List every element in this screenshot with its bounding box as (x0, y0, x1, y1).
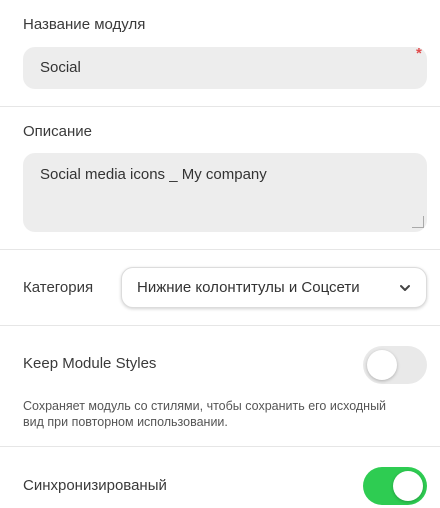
synchronized-label: Синхронизированый (23, 477, 167, 494)
module-name-label: Название модуля (23, 16, 146, 33)
description-textarea[interactable]: Social media icons _ My company (23, 153, 427, 232)
toggle-knob (367, 350, 397, 380)
keep-styles-label: Keep Module Styles (23, 355, 157, 372)
toggle-knob (393, 471, 423, 501)
synchronized-toggle[interactable] (363, 467, 427, 505)
category-label: Категория (23, 279, 94, 296)
chevron-down-icon (400, 285, 410, 291)
resize-handle-icon[interactable] (412, 216, 424, 228)
keep-styles-toggle[interactable] (363, 346, 427, 384)
divider (0, 249, 440, 250)
divider (0, 325, 440, 326)
category-select[interactable]: Нижние колонтитулы и Соцсети (121, 267, 427, 308)
description-label: Описание (23, 123, 93, 140)
keep-styles-help-text: Сохраняет модуль со стилями, чтобы сохра… (23, 399, 387, 429)
module-settings-panel: Название модуля Social * Описание Social… (0, 0, 440, 508)
module-name-input[interactable]: Social (23, 47, 427, 89)
divider (0, 446, 440, 447)
required-marker: * (416, 45, 422, 62)
divider (0, 106, 440, 107)
category-selected-value: Нижние колонтитулы и Соцсети (137, 279, 360, 296)
